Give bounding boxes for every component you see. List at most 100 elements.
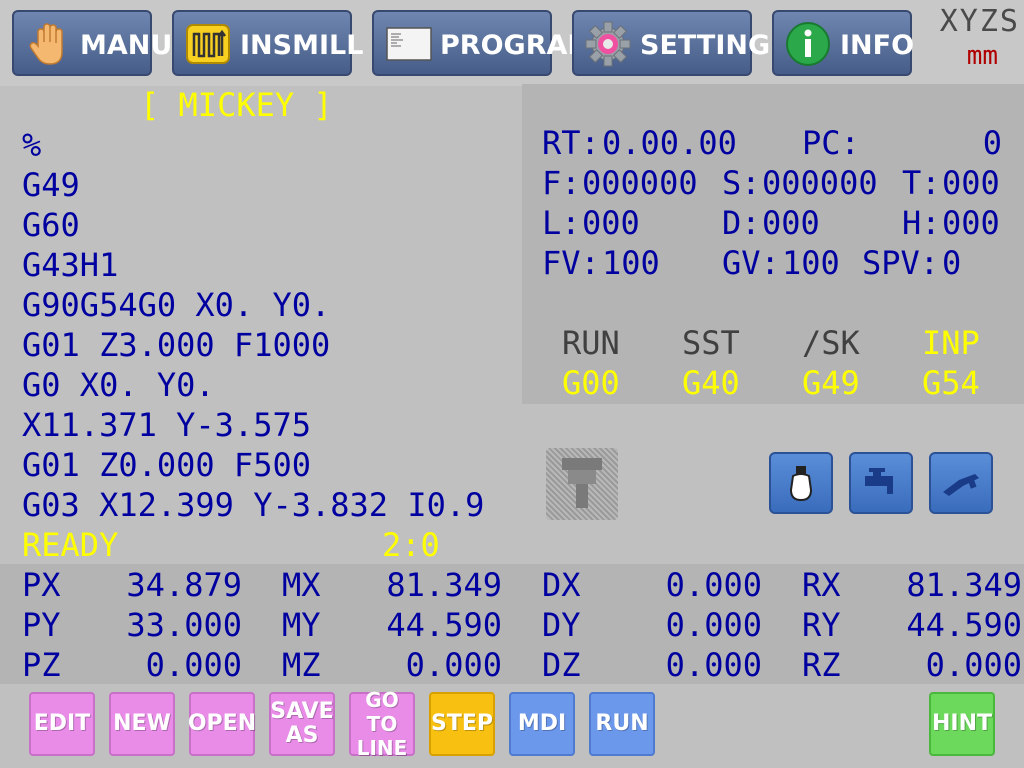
tab-manual[interactable]: MANUAL <box>12 10 210 76</box>
coord-label: RZ <box>802 646 841 684</box>
fv-value: 100 <box>602 244 660 282</box>
coolant-icon <box>865 468 893 494</box>
button-label: STEP <box>431 711 494 736</box>
coordinates-panel: PX 34.879 MX 81.349 DX 0.000 RX 81.349 P… <box>0 564 1024 684</box>
d-label: D: <box>722 204 761 242</box>
program-line[interactable]: X11.371 Y-3.575 <box>22 406 311 444</box>
h-label: H: <box>902 204 941 242</box>
l-value: 000 <box>582 204 640 242</box>
program-line[interactable]: G43H1 <box>22 246 118 284</box>
step-button[interactable]: STEP <box>429 692 495 756</box>
fv-label: FV: <box>542 244 600 282</box>
button-label: RUN <box>595 711 649 736</box>
pc-label: PC: <box>802 124 860 162</box>
program-line[interactable]: G90G54G0 X0. Y0. <box>22 286 330 324</box>
run-button[interactable]: RUN <box>589 692 655 756</box>
coord-label: DY <box>542 606 581 644</box>
coord-value: 0.000 <box>665 566 762 604</box>
tool-icon[interactable] <box>546 448 618 520</box>
coord-label: DZ <box>542 646 581 684</box>
coolant-button[interactable] <box>849 452 913 514</box>
mode-label: /SK <box>802 324 860 362</box>
program-line[interactable]: % <box>22 126 41 164</box>
feed-value: 000000 <box>582 164 698 202</box>
mode-label: INP <box>922 324 980 362</box>
tool-value: 000 <box>942 164 1000 202</box>
gv-label: GV: <box>722 244 780 282</box>
coord-label: PX <box>22 566 61 604</box>
tool-label: T: <box>902 164 941 202</box>
coord-value: 34.879 <box>126 566 242 604</box>
program-line[interactable]: G03 X12.399 Y-3.832 I0.9 <box>22 486 484 524</box>
machine-info-panel: RT: 0.00.00 PC: 0 F: 000000 S: 000000 T:… <box>522 84 1024 404</box>
gv-value: 100 <box>782 244 840 282</box>
coord-label: RY <box>802 606 841 644</box>
gear-icon <box>585 21 631 67</box>
new-button[interactable]: NEW <box>109 692 175 756</box>
coord-value: 33.000 <box>126 606 242 644</box>
program-line[interactable]: G0 X0. Y0. <box>22 366 215 404</box>
program-line[interactable]: G60 <box>22 206 80 244</box>
save-as-button[interactable]: SAVE AS <box>269 692 335 756</box>
button-label: SAVE <box>270 699 334 724</box>
coord-value: 81.349 <box>386 566 502 604</box>
edit-button[interactable]: EDIT <box>29 692 95 756</box>
lamp-button[interactable] <box>769 452 833 514</box>
top-tab-bar: MANUAL INSMILL PROGRAM SETTING INFO XYZS… <box>0 0 1024 86</box>
spindle-value: 000000 <box>762 164 878 202</box>
axes-label: XYZS <box>939 4 1020 39</box>
tab-label: SETTING <box>640 30 771 61</box>
unit-indicator: XYZS mm <box>930 4 1020 71</box>
program-icon <box>386 27 432 61</box>
program-line[interactable]: G49 <box>22 166 80 204</box>
l-label: L: <box>542 204 581 242</box>
coord-label: RX <box>802 566 841 604</box>
program-title: [ MICKEY ] <box>140 86 333 124</box>
program-line[interactable]: G01 Z0.000 F500 <box>22 446 311 484</box>
program-line[interactable]: G01 Z3.000 F1000 <box>22 326 330 364</box>
coord-label: MZ <box>282 646 321 684</box>
coord-label: PY <box>22 606 61 644</box>
spv-value: 0 <box>942 244 962 282</box>
lamp-icon <box>789 466 813 502</box>
coord-value: 0.000 <box>665 646 762 684</box>
spindle-label: S: <box>722 164 761 202</box>
air-blow-icon <box>943 474 979 496</box>
coord-value: 44.590 <box>386 606 502 644</box>
air-blow-button[interactable] <box>929 452 993 514</box>
mode-value: G00 <box>562 364 620 402</box>
coord-label: MY <box>282 606 321 644</box>
h-value: 000 <box>942 204 1000 242</box>
coord-value: 81.349 <box>906 566 1022 604</box>
button-label: OPEN <box>187 711 257 736</box>
d-value: 000 <box>762 204 820 242</box>
button-label: NEW <box>113 711 171 736</box>
coord-label: MX <box>282 566 321 604</box>
coord-value: 0.000 <box>665 606 762 644</box>
mdi-button[interactable]: MDI <box>509 692 575 756</box>
tab-insmill[interactable]: INSMILL <box>172 10 363 76</box>
tab-info[interactable]: INFO <box>772 10 914 76</box>
tab-program[interactable]: PROGRAM <box>372 10 594 76</box>
button-label: AS <box>285 723 319 748</box>
tab-setting[interactable]: SETTING <box>572 10 770 76</box>
coord-label: PZ <box>22 646 61 684</box>
machine-status: READY <box>22 526 119 564</box>
feed-label: F: <box>542 164 581 202</box>
insmill-icon <box>186 24 230 64</box>
hint-button[interactable]: HINT <box>929 692 995 756</box>
coord-value: 44.590 <box>906 606 1022 644</box>
coord-value: 0.000 <box>925 646 1022 684</box>
mode-value: G54 <box>922 364 980 402</box>
mode-value: G49 <box>802 364 860 402</box>
button-label: EDIT <box>33 711 91 736</box>
mode-label: SST <box>682 324 740 362</box>
go-to-line-button[interactable]: GO TO LINE <box>349 688 415 760</box>
rt-value: 0.00.00 <box>602 124 737 162</box>
spv-label: SPV: <box>862 244 940 282</box>
button-label: GO TO <box>365 688 399 736</box>
coord-label: DX <box>542 566 581 604</box>
open-button[interactable]: OPEN <box>187 692 257 756</box>
unit-label: mm <box>966 41 998 71</box>
mode-label: RUN <box>562 324 620 362</box>
